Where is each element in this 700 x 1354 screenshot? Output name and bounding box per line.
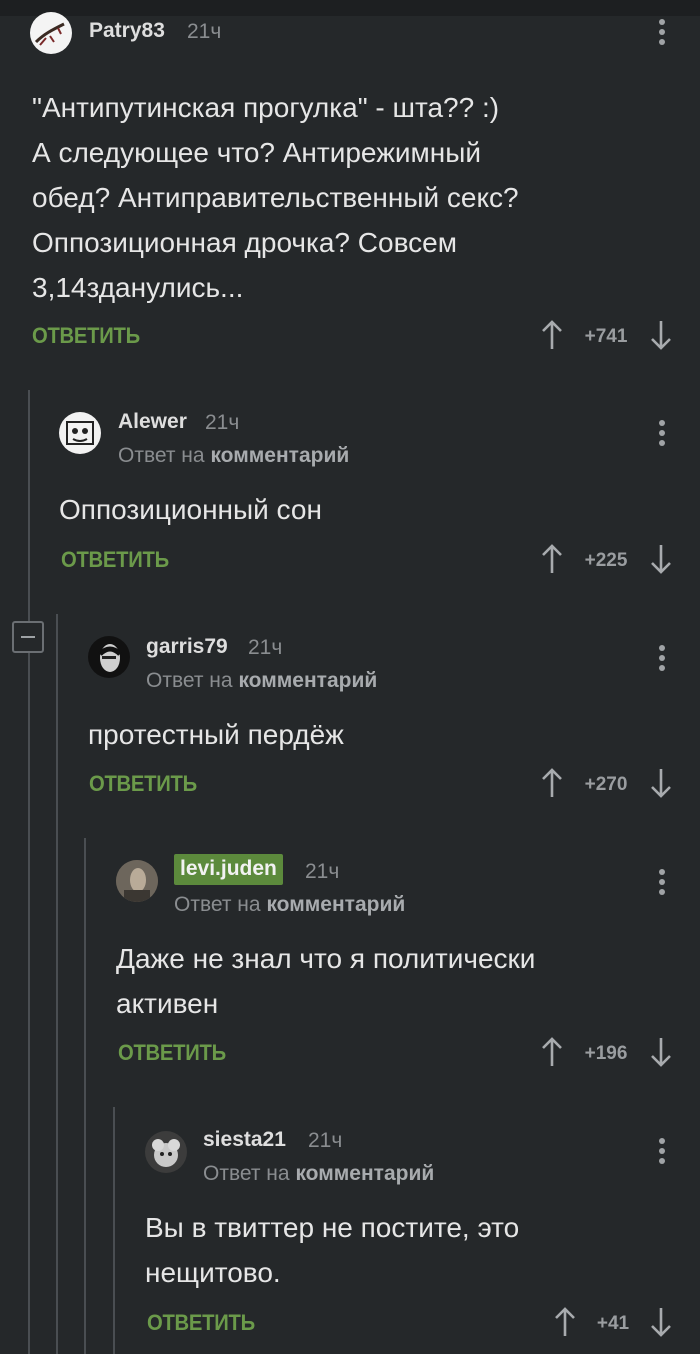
arrow-down-icon[interactable] — [650, 1036, 672, 1068]
timestamp: 21ч — [205, 411, 240, 434]
reply-info: Ответ на комментарий — [118, 444, 349, 468]
avatar[interactable] — [116, 860, 158, 902]
kebab-menu-icon[interactable] — [658, 645, 666, 673]
parent-comment-link[interactable]: комментарий — [295, 1162, 434, 1185]
reply-prefix: Ответ на — [203, 1162, 290, 1185]
timestamp: 21ч — [248, 636, 283, 659]
timestamp: 21ч — [305, 860, 340, 883]
arrow-up-icon[interactable] — [541, 767, 563, 799]
kebab-menu-icon[interactable] — [658, 19, 666, 47]
parent-comment-link[interactable]: комментарий — [266, 893, 405, 916]
avatar[interactable] — [59, 412, 101, 454]
parent-comment-link[interactable]: комментарий — [210, 444, 349, 467]
avatar[interactable] — [30, 12, 72, 54]
reply-prefix: Ответ на — [118, 444, 205, 467]
arrow-down-icon[interactable] — [650, 1306, 672, 1338]
reply-button[interactable]: ОТВЕТИТЬ — [118, 1040, 226, 1066]
author-name[interactable]: siesta21 — [203, 1128, 286, 1152]
arrow-down-icon[interactable] — [650, 319, 672, 351]
comment-text: протестный пердёж — [88, 719, 344, 750]
arrow-up-icon[interactable] — [541, 319, 563, 351]
collapse-thread-button[interactable] — [12, 621, 44, 653]
arrow-up-icon[interactable] — [541, 543, 563, 575]
vote-score: +225 — [584, 550, 628, 571]
kebab-menu-icon[interactable] — [658, 1138, 666, 1166]
comment-text: Даже не знал что я политически активен — [116, 943, 536, 1019]
reply-button[interactable]: ОТВЕТИТЬ — [89, 771, 197, 797]
thread-line[interactable] — [56, 614, 58, 1354]
reply-info: Ответ на комментарий — [174, 893, 405, 917]
top-bar — [0, 0, 700, 16]
author-name[interactable]: Alewer — [118, 410, 187, 434]
vote-score: +196 — [584, 1043, 628, 1064]
avatar[interactable] — [145, 1131, 187, 1173]
vote-score: +741 — [584, 326, 628, 347]
kebab-menu-icon[interactable] — [658, 420, 666, 448]
timestamp: 21ч — [187, 20, 222, 43]
vote-score: +41 — [596, 1313, 630, 1334]
vote-score: +270 — [584, 774, 628, 795]
thread-line[interactable] — [113, 1107, 115, 1354]
kebab-menu-icon[interactable] — [658, 869, 666, 897]
author-name[interactable]: garris79 — [146, 635, 228, 659]
comment-text: "Антипутинская прогулка" - шта?? :) А сл… — [32, 92, 519, 303]
arrow-up-icon[interactable] — [541, 1036, 563, 1068]
author-name[interactable]: levi.juden — [174, 854, 283, 885]
parent-comment-link[interactable]: комментарий — [238, 669, 377, 692]
reply-button[interactable]: ОТВЕТИТЬ — [32, 323, 140, 349]
reply-button[interactable]: ОТВЕТИТЬ — [61, 547, 169, 573]
reply-button[interactable]: ОТВЕТИТЬ — [147, 1310, 255, 1336]
arrow-down-icon[interactable] — [650, 767, 672, 799]
arrow-up-icon[interactable] — [554, 1306, 576, 1338]
reply-info: Ответ на комментарий — [203, 1162, 434, 1186]
thread-line[interactable] — [28, 390, 30, 1354]
reply-info: Ответ на комментарий — [146, 669, 377, 693]
comment-text: Вы в твиттер не постите, это нещитово. — [145, 1212, 520, 1288]
reply-prefix: Ответ на — [146, 669, 233, 692]
author-name[interactable]: Patry83 — [89, 19, 165, 43]
comment-text: Оппозиционный сон — [59, 494, 322, 525]
timestamp: 21ч — [308, 1129, 343, 1152]
avatar[interactable] — [88, 636, 130, 678]
arrow-down-icon[interactable] — [650, 543, 672, 575]
reply-prefix: Ответ на — [174, 893, 261, 916]
thread-line[interactable] — [84, 838, 86, 1354]
